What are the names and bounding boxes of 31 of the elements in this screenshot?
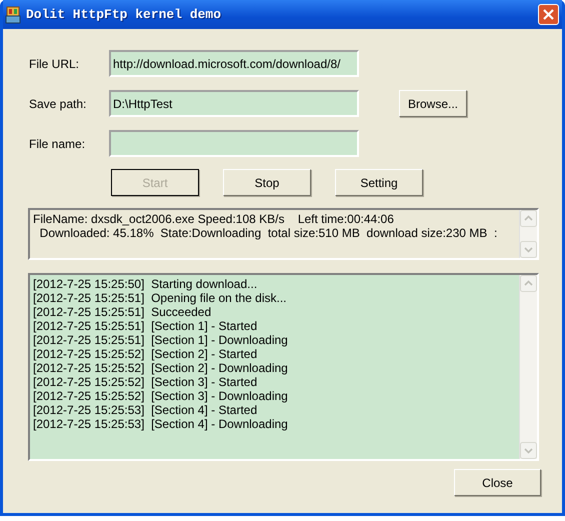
scroll-down-icon[interactable] [520,241,537,258]
log-line: [2012-7-25 15:25:53] [Section 4] - Started [33,403,258,417]
log-line: [2012-7-25 15:25:50] Starting download... [33,277,258,291]
field-label: Save path: [28,96,88,110]
action-button[interactable]: Stop [223,169,311,196]
log-line: [2012-7-25 15:25:51] [Section 1] - Downloading [33,333,289,347]
field-label: File URL: [28,56,80,70]
log-line: [2012-7-25 15:25:51] [Section 1] - Started [33,319,258,333]
scrollbar[interactable] [519,210,537,258]
scrollbar[interactable] [519,275,537,459]
status-text: FileName: dxsdk_oct2006.exe Speed:108 KB/s Left time:00:44:06 Downloaded: 45.18% State:Downloading total size:510 MB download size:230 MB : [32,211,498,242]
scroll-up-icon[interactable] [520,210,537,227]
action-button[interactable]: Setting [335,169,423,196]
scroll-up-icon[interactable] [520,275,537,292]
log-line: [2012-7-25 15:25:53] [Section 4] - Downloading [33,417,289,431]
browse-button[interactable]: Browse... [399,90,467,117]
scroll-down-icon[interactable] [520,442,537,459]
log-line: [2012-7-25 15:25:52] [Section 3] - Downloading [33,389,289,403]
log-line: [2012-7-25 15:25:51] Opening file on the disk... [33,291,288,305]
log-line: [2012-7-25 15:25:52] [Section 3] - Started [33,375,258,389]
field-label: File name: [28,136,86,150]
text-field[interactable]: http://download.microsoft.com/download/8/ [109,50,359,77]
app-icon [5,6,21,24]
window-title: Dolit HttpFtp kernel demo [26,7,222,22]
log-line: [2012-7-25 15:25:52] [Section 2] - Started [33,347,258,361]
log-line: [2012-7-25 15:25:51] Succeeded [33,305,212,319]
text-field[interactable]: D:\HttpTest [109,90,359,117]
close-icon[interactable] [538,4,559,25]
text-field[interactable] [109,130,359,157]
log-line: [2012-7-25 15:25:52] [Section 2] - Downloading [33,361,289,375]
close-button[interactable]: Close [454,469,541,496]
